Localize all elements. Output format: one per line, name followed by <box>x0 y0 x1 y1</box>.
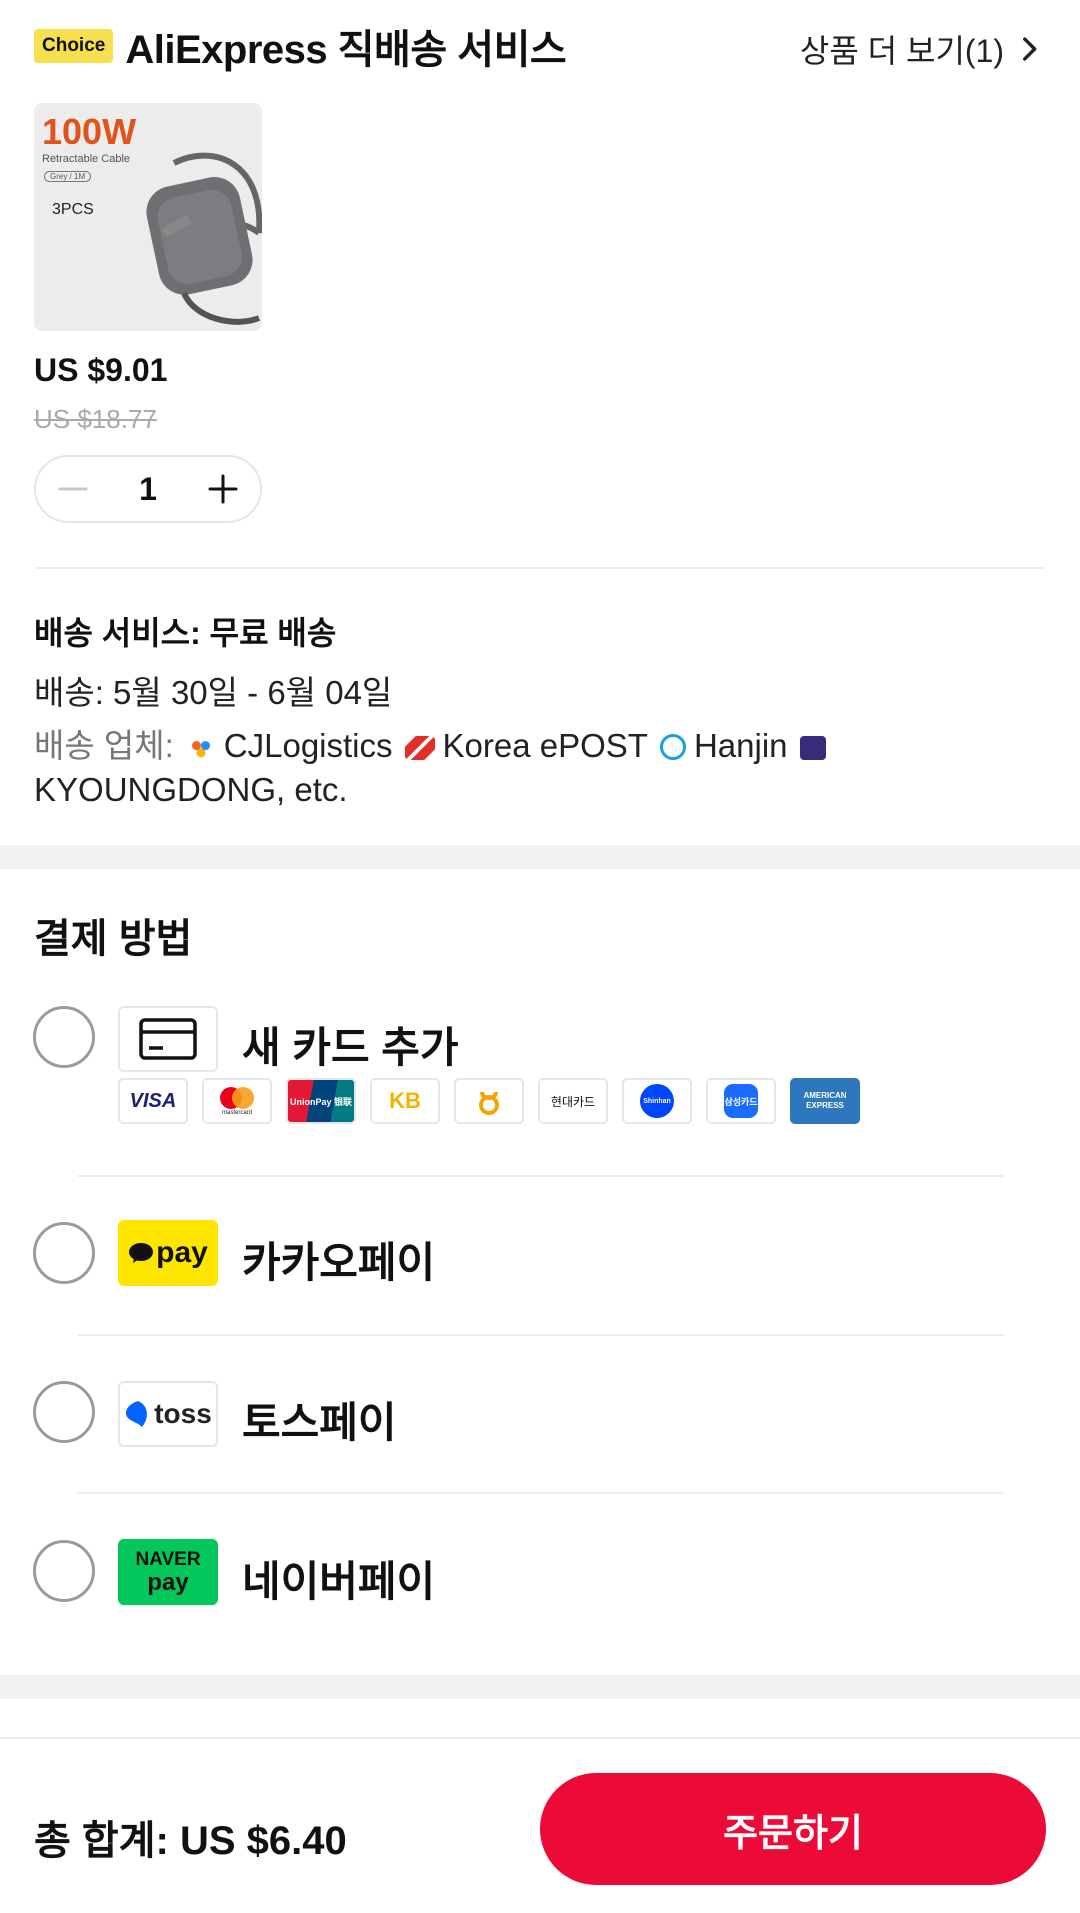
carrier-kyoungdong: KYOUNGDONG, etc. <box>34 771 348 808</box>
card-logos: VISA mastercard UnionPay 银联 KB NH 현대카드 S… <box>118 1078 860 1124</box>
place-order-button[interactable]: 주문하기 <box>540 1773 1046 1885</box>
carriers-label: 배송 업체: <box>34 727 174 764</box>
carrier-hanjin: Hanjin <box>693 727 788 764</box>
samsung-card-logo: 삼성카드 <box>706 1078 776 1124</box>
radio-naverpay[interactable] <box>33 1540 95 1602</box>
visa-logo: VISA <box>118 1078 188 1124</box>
radio-tosspay[interactable] <box>33 1381 95 1443</box>
kb-logo: KB <box>370 1078 440 1124</box>
cj-logistics-icon <box>185 736 216 760</box>
unionpay-logo: UnionPay 银联 <box>286 1078 356 1124</box>
choice-badge: Choice <box>34 29 114 63</box>
toss-icon <box>126 1401 148 1427</box>
quantity-stepper: 1 <box>34 455 262 523</box>
carrier-epost: Korea ePOST <box>442 727 648 764</box>
korea-epost-icon <box>404 736 435 760</box>
more-products-link[interactable]: 상품 더 보기(1) <box>800 26 1046 72</box>
nh-logo: NH <box>454 1078 524 1124</box>
credit-card-icon <box>139 1018 197 1060</box>
new-card-icon-box <box>118 1006 218 1072</box>
decrease-button[interactable] <box>54 470 92 508</box>
samsung-card-square: 삼성카드 <box>724 1084 758 1118</box>
kakao-speech-bubble-icon <box>129 1243 154 1263</box>
tosspay-logo: toss <box>118 1381 218 1447</box>
toss-logo-text: toss <box>154 1398 212 1429</box>
divider <box>78 1492 1004 1494</box>
hanjin-icon <box>659 734 686 760</box>
footer-divider <box>0 1737 1080 1739</box>
mastercard-wordmark: mastercard <box>221 1109 252 1116</box>
mastercard-circles <box>220 1086 254 1109</box>
kyoungdong-icon <box>799 736 826 760</box>
naverpay-label[interactable]: 네이버페이 <box>242 1548 435 1609</box>
shipping-service: 배송 서비스: 무료 배송 <box>34 615 337 651</box>
minus-icon <box>58 487 88 491</box>
kakaopay-logo: pay <box>118 1220 218 1286</box>
divider <box>34 567 1046 569</box>
more-products-label: 상품 더 보기(1) <box>799 33 1004 69</box>
product-original-price: US $18.77 <box>34 404 157 434</box>
divider <box>78 1334 1004 1336</box>
quantity-value[interactable]: 1 <box>139 471 157 508</box>
plus-icon <box>208 474 238 504</box>
hyundai-card-logo: 현대카드 <box>538 1078 608 1124</box>
carrier-cj: CJLogistics <box>223 727 393 764</box>
product-image[interactable]: 100W Retractable Cable Grey / 1M 3PCS <box>34 103 262 331</box>
order-total: 총 합계: US $6.40 <box>34 1819 347 1863</box>
radio-kakaopay[interactable] <box>33 1222 95 1284</box>
mastercard-logo: mastercard <box>202 1078 272 1124</box>
naverpay-logo: NAVER pay <box>118 1539 218 1605</box>
divider <box>78 1175 1004 1177</box>
retractable-cable-picture <box>146 152 262 325</box>
kakaopay-logo-text: pay <box>156 1236 208 1269</box>
radio-new-card[interactable] <box>33 1006 95 1068</box>
amex-logo: AMERICAN EXPRESS <box>790 1078 860 1124</box>
shipping-date: 배송: 5월 30일 - 6월 04일 <box>34 674 393 711</box>
store-title: AliExpress 직배송 서비스 <box>125 28 567 72</box>
payment-title: 결제 방법 <box>34 917 193 961</box>
increase-button[interactable] <box>204 470 242 508</box>
new-card-label[interactable]: 새 카드 추가 <box>242 1014 459 1075</box>
naver-logo-text: NAVER <box>135 1549 201 1570</box>
shipping-carriers: 배송 업체: CJLogistics Korea ePOST Hanjin KYOUNG… <box>34 724 1046 812</box>
section-separator <box>0 1675 1080 1699</box>
kakaopay-label[interactable]: 카카오페이 <box>242 1229 435 1290</box>
naver-pay-logo-text: pay <box>147 1569 189 1596</box>
section-separator <box>0 845 1080 869</box>
tosspay-label[interactable]: 토스페이 <box>242 1389 397 1450</box>
nh-mark <box>479 1091 499 1115</box>
store-header: Choice AliExpress 직배송 서비스 상품 더 보기(1) <box>34 18 1046 74</box>
shinhan-logo: Shinhan <box>622 1078 692 1124</box>
chevron-right-icon <box>1023 37 1037 61</box>
shinhan-circle: Shinhan <box>640 1084 674 1118</box>
product-price: US $9.01 <box>34 352 168 388</box>
